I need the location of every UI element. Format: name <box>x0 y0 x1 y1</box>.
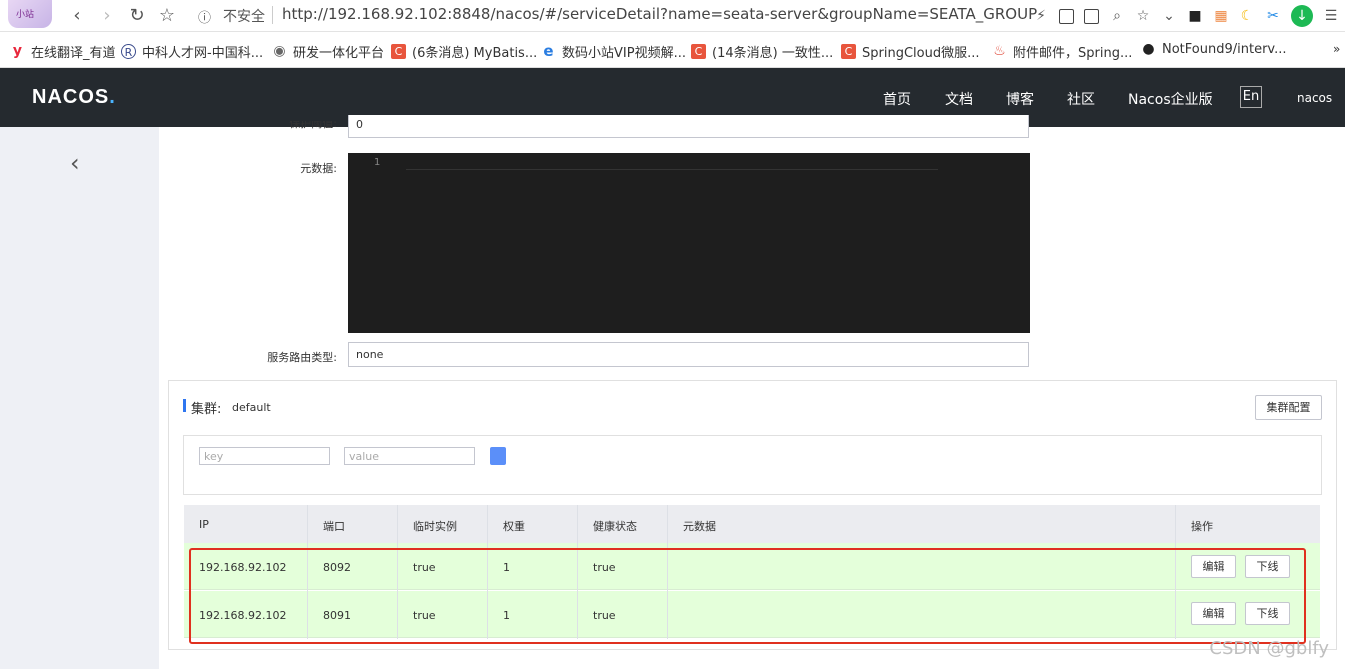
reload-icon[interactable]: ↻ <box>126 5 148 27</box>
apps-icon[interactable]: ▦ <box>1213 8 1229 24</box>
bookmark-label: NotFound9/interv... <box>1162 42 1287 57</box>
line-number: 1 <box>374 157 381 168</box>
flame-icon: ♨ <box>993 43 1006 59</box>
value-input[interactable]: value <box>344 447 475 465</box>
nav-docs[interactable]: 文档 <box>945 89 973 109</box>
info-icon[interactable]: ⓘ <box>198 7 211 26</box>
bookmark-item[interactable]: ♨ 附件邮件，Spring... <box>992 42 1133 62</box>
bookmark-label: 中科人才网-中国科... <box>142 46 264 61</box>
chevron-left-icon[interactable]: ‹ <box>70 149 80 177</box>
globe-icon: ◉ <box>273 43 286 59</box>
download-icon[interactable]: ↓ <box>1291 5 1313 27</box>
forward-icon[interactable]: › <box>96 5 118 27</box>
bookmark-item[interactable]: ◉ 研发一体化平台 <box>272 42 385 62</box>
cluster-title: 集群: <box>191 402 222 417</box>
e-logo-icon: e <box>543 42 554 60</box>
back-icon[interactable]: ‹ <box>66 5 88 27</box>
menu-icon[interactable]: ☰ <box>1323 8 1339 24</box>
cluster-config-button[interactable]: 集群配置 <box>1255 395 1322 420</box>
cluster-name: default <box>232 401 271 414</box>
csdn-icon: C <box>691 44 706 59</box>
favicon-text: 小站 <box>16 10 35 20</box>
bookmark-label: SpringCloud微服... <box>862 46 980 61</box>
watermark: CSDN @gblfy <box>1209 638 1329 659</box>
col-actions: 操作 <box>1191 520 1213 533</box>
key-input[interactable]: key <box>199 447 330 465</box>
nav-community[interactable]: 社区 <box>1067 89 1095 109</box>
highlight-box <box>189 548 1306 644</box>
insecure-label[interactable]: 不安全 <box>223 6 265 26</box>
github-icon: ● <box>1142 41 1155 57</box>
nacos-logo[interactable]: NACOS. <box>32 86 116 109</box>
col-healthy: 健康状态 <box>593 520 637 533</box>
bookmark-label: 数码小站VIP视频解... <box>562 46 686 61</box>
route-type-input[interactable]: none <box>348 342 1029 367</box>
filter-box <box>183 435 1322 495</box>
col-port: 端口 <box>323 520 345 533</box>
col-metadata: 元数据 <box>683 520 716 533</box>
moon-icon[interactable]: ☾ <box>1239 8 1255 24</box>
bookmark-item[interactable]: C SpringCloud微服... <box>841 42 979 61</box>
bolt-icon[interactable]: ⚡ <box>1033 8 1049 24</box>
col-ip: IP <box>199 518 209 531</box>
bookmark-label: 研发一体化平台 <box>293 46 385 61</box>
sidebar: ‹ <box>0 127 159 669</box>
nav-blog[interactable]: 博客 <box>1006 89 1034 109</box>
title-accent <box>183 399 186 412</box>
editor-cursor-line <box>406 169 938 170</box>
col-weight: 权重 <box>503 520 525 533</box>
bookmark-item[interactable]: ● NotFound9/interv... <box>1141 41 1287 58</box>
nav-enterprise[interactable]: Nacos企业版 <box>1128 89 1213 109</box>
more-bookmarks-icon[interactable]: » <box>1333 42 1340 56</box>
filter-button[interactable] <box>490 447 506 465</box>
user-name[interactable]: nacos <box>1297 91 1332 105</box>
language-toggle[interactable]: En <box>1240 86 1262 108</box>
bookmark-label: 附件邮件，Spring... <box>1013 46 1133 61</box>
bookmark-item[interactable]: R 中科人才网-中国科... <box>121 42 263 61</box>
address-divider <box>272 6 273 24</box>
col-ephemeral: 临时实例 <box>413 520 457 533</box>
metadata-label: 元数据: <box>300 162 337 175</box>
bookmark-item[interactable]: y 在线翻译_有道 <box>10 42 116 62</box>
threshold-label: 保护阈值: <box>289 121 337 130</box>
metadata-editor[interactable]: 1 <box>348 153 1030 333</box>
logo-text: NACOS <box>32 86 110 108</box>
csdn-icon: C <box>841 44 856 59</box>
bookmark-label: (6条消息) MyBatis... <box>412 46 538 61</box>
route-type-label: 服务路由类型: <box>267 351 337 364</box>
threshold-input[interactable]: 0 <box>348 115 1029 138</box>
address-bar[interactable]: http://192.168.92.102:8848/nacos/#/servi… <box>282 5 1037 23</box>
site-logo: 小站 <box>8 0 52 28</box>
browser-toolbar: 小站 ‹ › ↻ ☆ ⓘ 不安全 http://192.168.92.102:8… <box>0 0 1345 32</box>
qr-icon[interactable] <box>1059 8 1074 24</box>
csdn-icon: C <box>391 44 406 59</box>
bookmark-item[interactable]: C (6条消息) MyBatis... <box>391 42 537 61</box>
bookmark-star-icon[interactable]: ☆ <box>1135 8 1151 24</box>
chevron-down-icon[interactable]: ⌄ <box>1161 8 1177 24</box>
star-icon[interactable]: ☆ <box>156 5 178 27</box>
nav-home[interactable]: 首页 <box>883 89 911 109</box>
scissors-icon[interactable]: ✂ <box>1265 8 1281 24</box>
bookmarks-bar: y 在线翻译_有道 R 中科人才网-中国科... ◉ 研发一体化平台 C (6条消息) … <box>0 32 1345 68</box>
bookmark-label: 在线翻译_有道 <box>31 46 116 61</box>
bookmark-label: (14条消息) 一致性... <box>712 46 834 61</box>
table-header <box>184 505 1320 543</box>
r-logo-icon: R <box>121 44 136 59</box>
bookmark-item[interactable]: e 数码小站VIP视频解... <box>541 42 686 62</box>
extension-icons: ⚡ ⌕ ☆ ⌄ ■ ▦ ☾ ✂ ↓ ☰ <box>1033 3 1345 29</box>
extension-badge-icon[interactable]: ■ <box>1187 8 1203 24</box>
logo-dot: . <box>109 86 116 108</box>
bookmark-item[interactable]: C (14条消息) 一致性... <box>691 42 833 61</box>
zoom-icon[interactable]: ⌕ <box>1109 8 1125 24</box>
translate-icon[interactable] <box>1084 8 1099 24</box>
youdao-icon: y <box>12 43 23 59</box>
